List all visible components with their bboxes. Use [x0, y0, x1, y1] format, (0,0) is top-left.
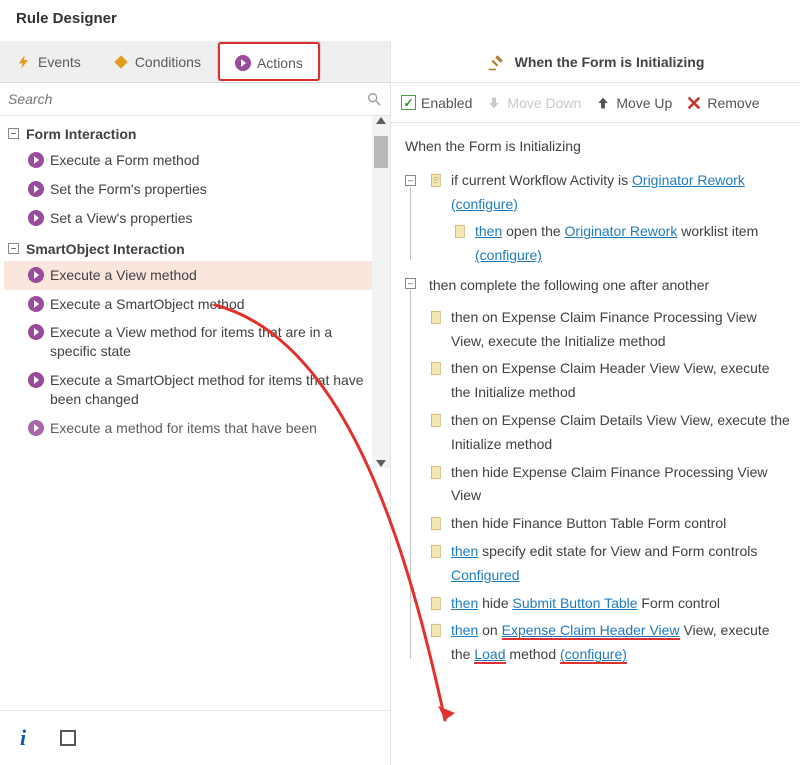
link-configured[interactable]: Configured [451, 567, 520, 583]
enabled-toggle[interactable]: ✓ Enabled [401, 95, 472, 111]
action-execute-smartobject-changed[interactable]: Execute a SmartObject method for items t… [4, 366, 386, 414]
actions-tree: – Form Interaction Execute a Form method… [0, 116, 390, 468]
x-icon [686, 95, 702, 111]
link-submit-button-table[interactable]: Submit Button Table [513, 595, 638, 611]
link-originator-rework[interactable]: Originator Rework [632, 172, 745, 188]
action-execute-method-items[interactable]: Execute a method for items that have bee… [4, 414, 386, 443]
then-block: – then complete the following one after … [405, 272, 790, 667]
info-icon[interactable]: i [20, 725, 26, 751]
scrollbar[interactable] [372, 116, 390, 468]
then-keyword[interactable]: then [475, 223, 502, 239]
link-configure-2[interactable]: (configure) [475, 247, 542, 263]
left-panel: Events Conditions Actions – Form Interac… [0, 41, 390, 765]
arrow-circle-icon [28, 420, 44, 436]
bolt-icon [16, 54, 32, 70]
link-load-method[interactable]: Load [474, 646, 505, 664]
move-down-button: Move Down [486, 95, 581, 111]
rule-body: When the Form is Initializing – if curre… [391, 123, 800, 683]
right-panel: When the Form is Initializing ✓ Enabled … [390, 41, 800, 765]
if-condition[interactable]: if current Workflow Activity is Originat… [429, 169, 790, 217]
square-icon[interactable] [60, 730, 76, 746]
doc-icon [429, 172, 444, 189]
remove-button[interactable]: Remove [686, 95, 759, 111]
then-keyword[interactable]: then [451, 595, 478, 611]
page-title: Rule Designer [0, 0, 800, 41]
doc-icon [429, 464, 444, 481]
doc-icon [453, 223, 468, 240]
scroll-up-icon[interactable] [376, 117, 386, 124]
arrow-circle-icon [28, 181, 44, 197]
action-execute-smartobject-method[interactable]: Execute a SmartObject method [4, 290, 386, 319]
doc-icon [429, 543, 444, 560]
action-execute-view-method-state[interactable]: Execute a View method for items that are… [4, 318, 386, 366]
arrow-circle-icon [28, 296, 44, 312]
step-3[interactable]: then on Expense Claim Details View View,… [429, 409, 790, 457]
collapse-icon[interactable]: – [405, 175, 416, 186]
step-6[interactable]: then specify edit state for View and For… [429, 540, 790, 588]
search-bar [0, 83, 390, 116]
action-set-view-properties[interactable]: Set a View's properties [4, 204, 386, 233]
tab-events[interactable]: Events [0, 41, 97, 82]
arrow-circle-icon [28, 210, 44, 226]
doc-icon [429, 309, 444, 326]
link-configure[interactable]: (configure) [451, 196, 518, 212]
rule-toolbar: ✓ Enabled Move Down Move Up Remove [391, 83, 800, 123]
action-set-form-properties[interactable]: Set the Form's properties [4, 175, 386, 204]
doc-icon [429, 622, 444, 639]
doc-icon [429, 515, 444, 532]
then-open-worklist[interactable]: then open the Originator Rework worklist… [453, 220, 790, 268]
doc-icon [429, 412, 444, 429]
then-keyword[interactable]: then [451, 622, 478, 638]
tab-conditions[interactable]: Conditions [97, 41, 217, 82]
section-smartobject-interaction[interactable]: – SmartObject Interaction [4, 237, 386, 261]
move-up-button[interactable]: Move Up [595, 95, 672, 111]
section-form-interaction[interactable]: – Form Interaction [4, 122, 386, 146]
link-configure-3[interactable]: (configure) [560, 646, 627, 664]
step-7[interactable]: then hide Submit Button Table Form contr… [429, 592, 790, 616]
left-footer: i [0, 710, 390, 765]
scroll-down-icon[interactable] [376, 460, 386, 467]
gavel-icon [487, 53, 505, 71]
search-input[interactable] [0, 83, 390, 115]
scroll-thumb[interactable] [374, 136, 388, 168]
step-4[interactable]: then hide Expense Claim Finance Processi… [429, 461, 790, 509]
step-2[interactable]: then on Expense Claim Header View View, … [429, 357, 790, 405]
collapse-icon[interactable]: – [8, 243, 19, 254]
collapse-icon[interactable]: – [8, 128, 19, 139]
arrow-circle-icon [28, 267, 44, 283]
search-icon[interactable] [366, 91, 382, 107]
arrow-circle-icon [28, 372, 44, 388]
rule-title-bar: When the Form is Initializing [391, 41, 800, 83]
if-block: – if current Workflow Activity is Origin… [405, 169, 790, 268]
arrow-down-icon [486, 95, 502, 111]
then-keyword[interactable]: then [451, 543, 478, 559]
step-8[interactable]: then on Expense Claim Header View View, … [429, 619, 790, 667]
arrow-circle-icon [28, 152, 44, 168]
tabs-bar: Events Conditions Actions [0, 41, 390, 83]
diamond-icon [113, 54, 129, 70]
then-complete-label: then complete the following one after an… [429, 272, 790, 302]
arrow-circle-icon [235, 55, 251, 71]
check-icon: ✓ [401, 95, 416, 110]
step-1[interactable]: then on Expense Claim Finance Processing… [429, 306, 790, 354]
action-execute-form-method[interactable]: Execute a Form method [4, 146, 386, 175]
link-expense-claim-header-view[interactable]: Expense Claim Header View [502, 622, 680, 640]
link-originator-rework-2[interactable]: Originator Rework [565, 223, 678, 239]
step-5[interactable]: then hide Finance Button Table Form cont… [429, 512, 790, 536]
doc-icon [429, 360, 444, 377]
arrow-up-icon [595, 95, 611, 111]
arrow-circle-icon [28, 324, 44, 340]
rule-intro: When the Form is Initializing [405, 135, 790, 159]
tab-actions[interactable]: Actions [217, 41, 321, 82]
doc-icon [429, 595, 444, 612]
collapse-icon[interactable]: – [405, 278, 416, 289]
action-execute-view-method[interactable]: Execute a View method [4, 261, 386, 290]
